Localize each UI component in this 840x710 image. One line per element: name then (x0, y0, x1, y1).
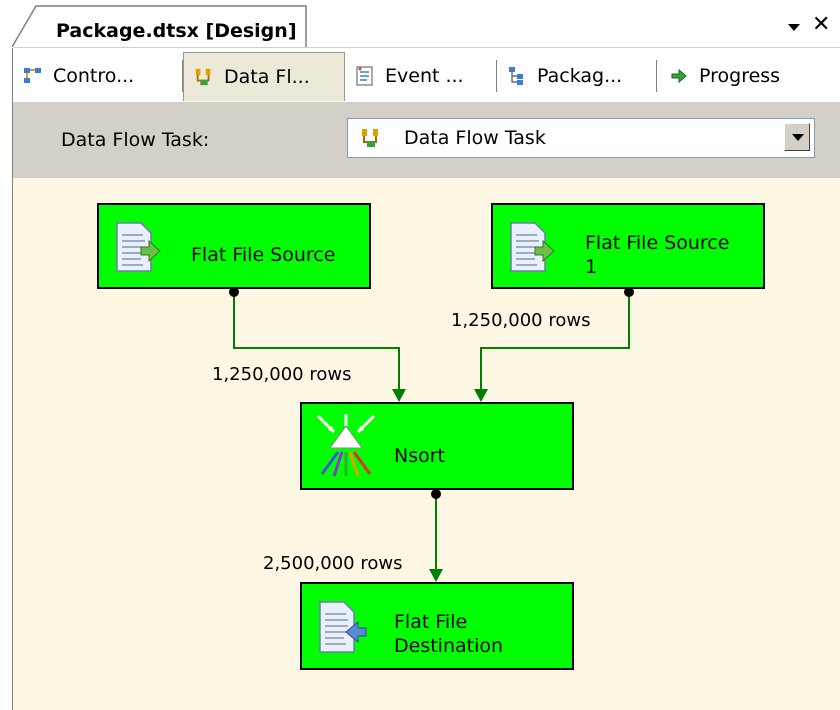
flat-file-source-icon (510, 222, 555, 272)
component-label: Flat File Source (585, 232, 730, 254)
output-port-nsort (431, 489, 441, 499)
data-flow-design-surface[interactable]: Flat File Source Flat File Source 1 Nsor… (12, 178, 840, 710)
tab-label: Contro... (53, 65, 135, 87)
tab-label: Data Fl... (224, 66, 310, 88)
flat-file-source-1-component[interactable]: Flat File Source 1 (491, 203, 765, 289)
task-selector-label: Data Flow Task: (61, 129, 210, 151)
control-flow-icon (24, 68, 41, 83)
progress-arrow-icon (671, 68, 687, 84)
data-flow-task-dropdown[interactable]: Data Flow Task (347, 118, 815, 158)
designer-tab-bar: Contro... Data Fl... Event ... Packag...… (12, 48, 840, 102)
tab-label: Progress (699, 65, 781, 87)
component-label: Nsort (394, 445, 445, 467)
event-handlers-icon (356, 66, 373, 86)
dropdown-selected-value: Data Flow Task (404, 127, 546, 149)
row-count-label-source2: 1,250,000 rows (451, 310, 591, 331)
row-count-label-source1: 1,250,000 rows (212, 364, 352, 385)
document-tab-title: Package.dtsx [Design] (56, 20, 297, 42)
chevron-down-icon[interactable] (784, 123, 810, 151)
row-count-label-destination: 2,500,000 rows (263, 553, 403, 574)
document-tab-strip: Package.dtsx [Design] ✕ (0, 0, 840, 48)
arrowhead-destination (429, 569, 443, 582)
window-list-dropdown-icon[interactable] (786, 20, 802, 36)
data-flow-task-icon (362, 129, 378, 147)
task-selector-bar: Data Flow Task: Data Flow Task (12, 102, 840, 178)
sort-transform-icon (316, 414, 376, 477)
flat-file-source-icon (116, 222, 161, 272)
nsort-component[interactable]: Nsort (300, 402, 574, 490)
tab-data-flow[interactable]: Data Fl... (183, 52, 345, 101)
tab-label: Packag... (537, 65, 623, 87)
tab-progress[interactable]: Progress (659, 54, 819, 98)
tab-package-explorer[interactable]: Packag... (497, 54, 657, 98)
component-label: Flat File (394, 611, 468, 633)
tab-control-flow[interactable]: Contro... (13, 54, 183, 98)
path-source2-to-nsort (480, 292, 630, 392)
data-flow-icon (195, 68, 211, 86)
component-label: Flat File Source (191, 244, 336, 266)
package-explorer-icon (509, 67, 523, 85)
tab-event-handlers[interactable]: Event ... (345, 54, 497, 98)
arrowhead-source1 (392, 389, 406, 402)
arrowhead-source2 (474, 389, 488, 402)
flat-file-destination-icon (319, 601, 367, 653)
tab-label: Event ... (385, 65, 464, 87)
component-label-line2: Destination (394, 635, 504, 657)
flat-file-source-component[interactable]: Flat File Source (97, 203, 371, 289)
document-tab[interactable]: Package.dtsx [Design] (12, 4, 308, 48)
component-label-line2: 1 (585, 256, 598, 278)
close-icon[interactable]: ✕ (812, 14, 830, 36)
tab-separator (656, 60, 657, 92)
flat-file-destination-component[interactable]: Flat File Destination (300, 582, 574, 670)
